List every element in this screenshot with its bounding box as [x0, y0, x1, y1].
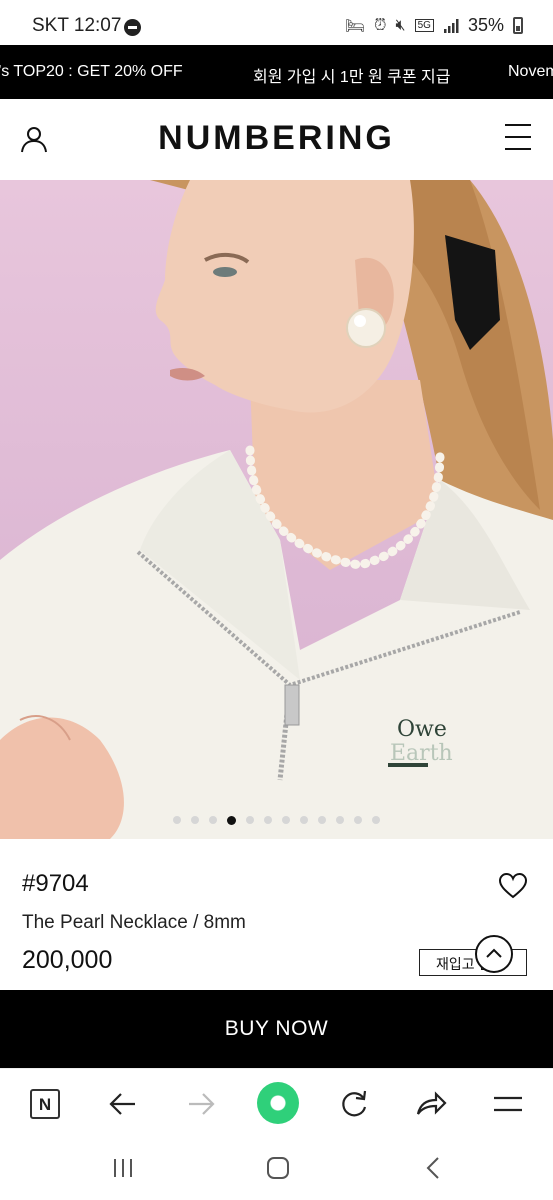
carousel-indicator[interactable] — [0, 816, 553, 825]
carrier-label: SKT — [32, 15, 69, 36]
heart-icon[interactable] — [499, 873, 527, 899]
system-navigation-bar — [0, 1136, 553, 1200]
product-number: #9704 — [22, 870, 89, 897]
bed-icon: 🛏︎ — [344, 17, 366, 35]
brand-logo[interactable]: NUMBERING — [0, 119, 553, 158]
carousel-dot[interactable] — [372, 816, 380, 824]
do-not-disturb-icon — [124, 19, 141, 36]
status-bar: SKT 12:07 🛏︎ ⏰︎ 🔇︎ 5G 35% — [0, 0, 553, 48]
carousel-dot[interactable] — [336, 816, 344, 824]
site-header: NUMBERING — [0, 99, 553, 180]
browser-home-icon[interactable]: N — [30, 1089, 60, 1119]
carousel-dot[interactable] — [173, 816, 181, 824]
signal-icon — [443, 18, 459, 33]
sweatshirt-print-owe: Owe — [397, 717, 447, 742]
status-carrier-time: SKT 12:07 — [32, 15, 121, 37]
share-icon[interactable] — [414, 1087, 448, 1121]
product-price: 200,000 — [22, 946, 113, 974]
buy-now-button[interactable]: BUY NOW — [0, 990, 553, 1068]
carousel-dot[interactable] — [318, 816, 326, 824]
forward-arrow-icon[interactable] — [184, 1087, 218, 1121]
back-icon[interactable] — [424, 1156, 442, 1180]
promo-text-left[interactable]: ’s TOP20 : GET 20% OFF — [0, 63, 183, 81]
promo-text-right[interactable]: Novem — [508, 63, 553, 81]
product-name: The Pearl Necklace / 8mm — [22, 912, 246, 933]
menu-icon[interactable] — [491, 1087, 525, 1121]
carousel-dot[interactable] — [354, 816, 362, 824]
sweatshirt-print-earth: Earth — [390, 741, 453, 766]
alarm-icon: ⏰︎ — [374, 16, 387, 34]
carousel-dot[interactable] — [227, 816, 236, 825]
refresh-icon[interactable] — [337, 1087, 371, 1121]
promo-text-center[interactable]: 회원 가입 시 1만 원 쿠폰 지급 — [253, 63, 451, 87]
product-image-carousel[interactable]: Owe Earth — [0, 180, 553, 839]
recent-apps-icon[interactable] — [111, 1157, 135, 1179]
browser-toolbar: N — [0, 1068, 553, 1136]
carousel-dot[interactable] — [282, 816, 290, 824]
home-icon[interactable] — [266, 1156, 290, 1180]
carousel-dot[interactable] — [246, 816, 254, 824]
network-badge: 5G — [414, 19, 434, 32]
clock: 12:07 — [73, 15, 122, 36]
product-photo: Owe Earth — [0, 180, 553, 839]
mute-icon: 🔇︎ — [395, 16, 406, 34]
back-arrow-icon[interactable] — [106, 1087, 140, 1121]
carousel-dot[interactable] — [191, 816, 199, 824]
carousel-dot[interactable] — [300, 816, 308, 824]
chevron-up-icon — [486, 948, 502, 958]
status-icons: 🛏︎ ⏰︎ 🔇︎ 5G 35% — [345, 15, 523, 36]
scroll-to-top-button[interactable] — [475, 935, 513, 973]
battery-percent: 35% — [467, 15, 504, 35]
carousel-dot[interactable] — [264, 816, 272, 824]
battery-icon — [513, 17, 523, 34]
hamburger-menu-icon[interactable] — [505, 123, 531, 151]
promo-ticker[interactable]: ’s TOP20 : GET 20% OFF 회원 가입 시 1만 원 쿠폰 지… — [0, 45, 553, 99]
tab-switch-icon[interactable] — [257, 1082, 299, 1124]
carousel-dot[interactable] — [209, 816, 217, 824]
